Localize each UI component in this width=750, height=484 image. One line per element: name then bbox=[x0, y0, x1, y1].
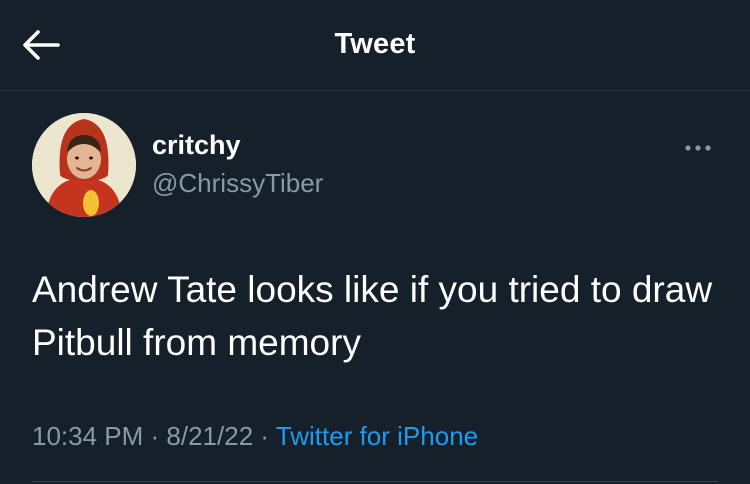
author-handle[interactable]: @ChrissyTiber bbox=[152, 168, 323, 199]
tweet-date[interactable]: 8/21/22 bbox=[166, 421, 253, 451]
meta-separator: · bbox=[253, 421, 276, 451]
more-horizontal-icon bbox=[685, 145, 711, 151]
metadata-divider bbox=[32, 481, 718, 482]
avatar-image bbox=[32, 113, 136, 217]
header-divider bbox=[0, 90, 750, 91]
header: Tweet bbox=[0, 0, 750, 90]
author-display-name[interactable]: critchy bbox=[152, 130, 241, 161]
tweet-metadata: 10:34 PM · 8/21/22 · Twitter for iPhone bbox=[32, 421, 478, 452]
more-options-button[interactable] bbox=[680, 138, 720, 158]
meta-separator: · bbox=[143, 421, 167, 451]
tweet-text: Andrew Tate looks like if you tried to d… bbox=[32, 269, 713, 363]
tweet-source-link[interactable]: Twitter for iPhone bbox=[276, 421, 478, 451]
tweet-detail-page: Tweet critchy @ChrissyTiber Andrew Tate … bbox=[0, 0, 750, 484]
avatar[interactable] bbox=[32, 113, 136, 217]
page-title: Tweet bbox=[334, 28, 416, 60]
tweet-time[interactable]: 10:34 PM bbox=[32, 421, 143, 451]
